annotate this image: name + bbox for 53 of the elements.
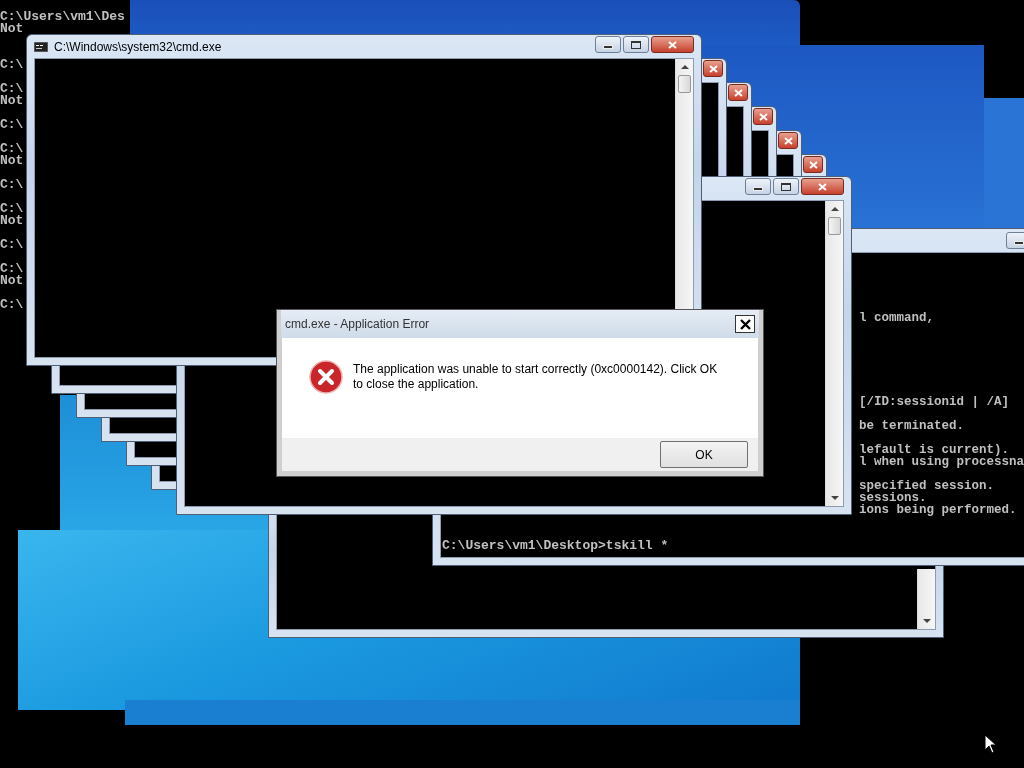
console-line: Not <box>0 155 25 167</box>
console-line: lefault is current). <box>859 444 1011 456</box>
console-line: C:\ <box>0 83 25 95</box>
ok-button[interactable]: OK <box>660 441 748 468</box>
console-line: C:\ <box>0 239 25 251</box>
maximize-button[interactable] <box>623 36 649 53</box>
console-line: l command, <box>859 312 935 324</box>
close-icon <box>733 88 743 97</box>
close-icon <box>783 136 793 145</box>
error-message: The application was unable to start correctly (0xc0000142). Click OK to close the application. <box>353 361 719 392</box>
window-title: C:\Windows\system32\cmd.exe <box>54 39 222 54</box>
minimize-button[interactable] <box>745 178 771 195</box>
close-button[interactable] <box>703 60 723 77</box>
close-icon <box>708 64 718 73</box>
close-button[interactable] <box>753 108 773 125</box>
console-line: C:\ <box>0 143 25 155</box>
console-line: sessions. <box>859 492 927 504</box>
scrollbar[interactable] <box>825 201 843 506</box>
console-line: C:\Users\vm1\Des <box>0 11 125 23</box>
console-line: C:\ <box>0 179 25 191</box>
scrollbar[interactable] <box>917 569 935 629</box>
close-icon <box>758 112 768 121</box>
console-line: specified session. <box>859 480 996 492</box>
console-line: Not <box>0 95 25 107</box>
close-button[interactable] <box>651 36 694 53</box>
console-line: [/ID:sessionid | /A] <box>859 396 1011 408</box>
console-icon <box>34 41 48 52</box>
close-button[interactable] <box>801 178 844 195</box>
close-icon <box>668 40 677 49</box>
maximize-button[interactable] <box>773 178 799 195</box>
close-button[interactable] <box>735 315 755 333</box>
minimize-button[interactable] <box>595 36 621 53</box>
console-line: C:\ <box>0 203 25 215</box>
console-line: C:\ <box>0 299 25 311</box>
close-button[interactable] <box>728 84 748 101</box>
close-button[interactable] <box>803 156 823 173</box>
console-line: Not <box>0 215 25 227</box>
close-icon <box>818 182 827 191</box>
console-line: ions being performed. <box>859 504 1018 516</box>
console-line: Not <box>0 23 25 35</box>
console-line: C:\Users\vm1\Desktop>tskill * <box>441 540 670 552</box>
console-line: C:\ <box>0 119 25 131</box>
error-icon <box>309 360 343 394</box>
close-icon <box>808 160 818 169</box>
console-line: be terminated. <box>859 420 966 432</box>
mouse-pointer-icon <box>984 734 998 754</box>
console-line: Not <box>0 275 25 287</box>
close-icon <box>739 318 751 330</box>
close-button[interactable] <box>778 132 798 149</box>
console-line: l when using processna <box>859 456 1024 468</box>
console-line: C:\ <box>0 59 25 71</box>
console-line: C:\ <box>0 263 25 275</box>
dialog-title: cmd.exe - Application Error <box>285 317 430 331</box>
